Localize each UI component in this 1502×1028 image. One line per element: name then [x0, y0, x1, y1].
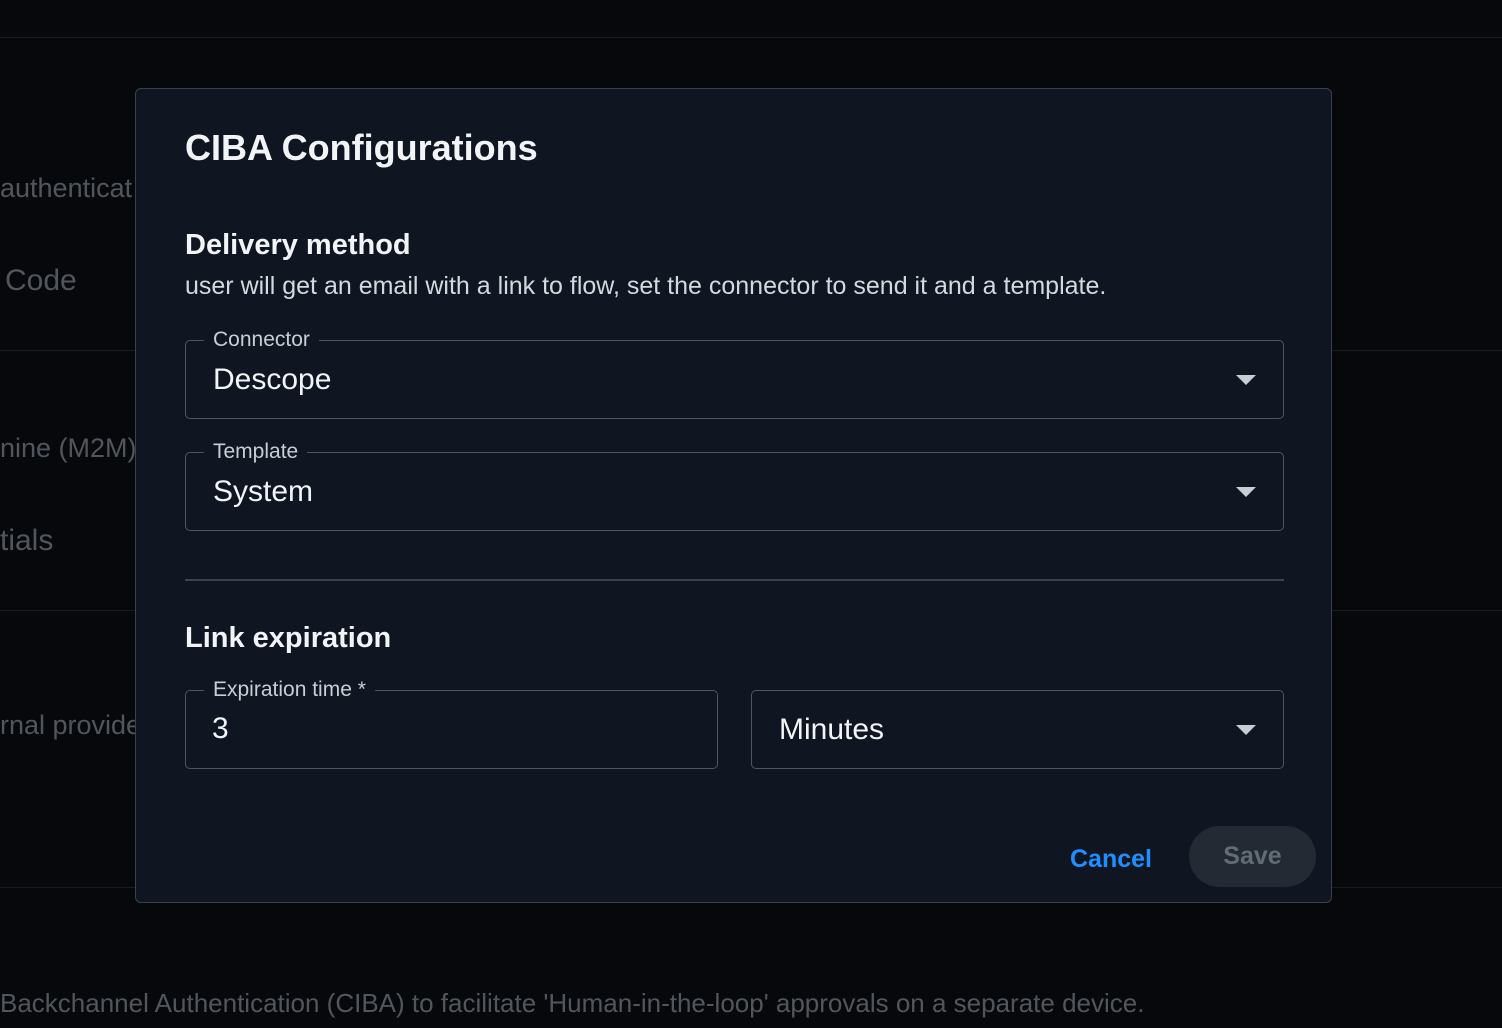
ciba-configurations-dialog: CIBA Configurations Delivery method user… [135, 88, 1332, 903]
chevron-down-icon [1236, 725, 1256, 735]
template-label: Template [204, 438, 308, 466]
chevron-down-icon [1236, 487, 1256, 497]
chevron-down-icon [1236, 375, 1256, 385]
link-expiration-heading: Link expiration [185, 622, 392, 654]
expiration-unit-value: Minutes [779, 713, 885, 746]
template-value: System [213, 475, 314, 508]
delivery-method-description: user will get an email with a link to fl… [185, 272, 1107, 300]
expiration-time-label: Expiration time * [204, 676, 375, 704]
dialog-title: CIBA Configurations [185, 127, 538, 168]
template-select[interactable]: Template System [185, 438, 1284, 531]
connector-select[interactable]: Connector Descope [185, 326, 1284, 419]
connector-label: Connector [204, 326, 319, 354]
delivery-method-heading: Delivery method [185, 229, 411, 261]
expiration-time-field[interactable]: Expiration time * [185, 676, 718, 769]
expiration-time-input[interactable] [212, 709, 692, 749]
expiration-unit-select[interactable]: Minutes [751, 690, 1284, 769]
save-button[interactable]: Save [1189, 826, 1316, 887]
connector-value: Descope [213, 363, 332, 396]
section-divider [185, 579, 1284, 581]
cancel-button[interactable]: Cancel [1054, 838, 1168, 880]
